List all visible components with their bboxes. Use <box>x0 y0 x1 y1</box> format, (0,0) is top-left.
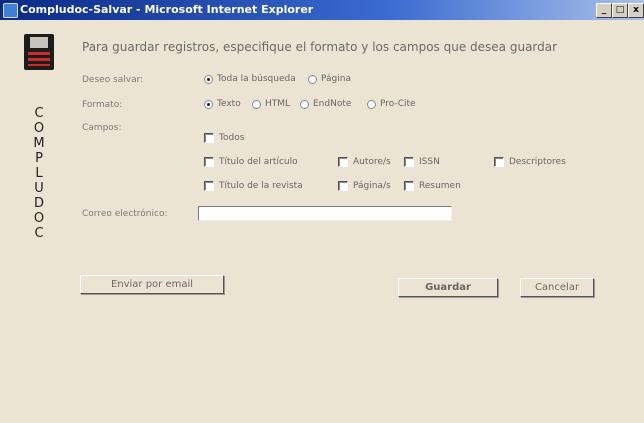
logo-letter: C <box>34 106 44 121</box>
checkbox-titulo-articulo[interactable]: Título del artículo <box>204 157 298 167</box>
campos-label: Campos: <box>82 123 122 133</box>
checkbox-label: Autore/s <box>353 157 391 167</box>
checkbox-box[interactable] <box>404 181 414 191</box>
radio-html[interactable]: HTML <box>252 99 290 109</box>
radio-indicator[interactable] <box>367 99 376 109</box>
email-field[interactable] <box>198 206 452 221</box>
logo-letter: M <box>33 136 45 151</box>
radio-label: Toda la búsqueda <box>217 74 296 84</box>
checkbox-label: Descriptores <box>509 157 566 167</box>
radio-endnote[interactable]: EndNote <box>300 99 351 109</box>
radio-indicator[interactable] <box>204 99 213 109</box>
title-bar: Compludoc-Salvar - Microsoft Internet Ex… <box>0 0 644 20</box>
radio-indicator[interactable] <box>204 74 213 84</box>
checkbox-label: Título de la revista <box>219 181 303 191</box>
minimize-button[interactable]: _ <box>596 3 612 18</box>
checkbox-descriptores[interactable]: Descriptores <box>494 157 566 167</box>
radio-label: EndNote <box>313 99 352 109</box>
logo-letter: U <box>34 181 44 196</box>
checkbox-todos[interactable]: Todos <box>204 133 244 143</box>
logo-letter: P <box>35 151 43 166</box>
cancel-button[interactable]: Cancelar <box>520 278 594 297</box>
checkbox-box[interactable] <box>204 181 214 191</box>
radio-label: Texto <box>217 99 241 109</box>
checkbox-titulo-revista[interactable]: Título de la revista <box>204 181 303 191</box>
floppy-disk-icon <box>24 34 54 70</box>
checkbox-box[interactable] <box>494 157 504 167</box>
save-button[interactable]: Guardar <box>398 278 498 297</box>
checkbox-issn[interactable]: ISSN <box>404 157 440 167</box>
formato-label: Formato: <box>82 100 123 110</box>
maximize-button[interactable]: □ <box>612 3 628 18</box>
radio-indicator[interactable] <box>308 74 317 84</box>
logo-letter: C <box>34 226 44 241</box>
deseo-salvar-label: Deseo salvar: <box>82 75 144 85</box>
checkbox-label: ISSN <box>419 157 440 167</box>
checkbox-box[interactable] <box>338 181 348 191</box>
page-content: C O M P L U D O C Para guardar registros… <box>0 20 644 423</box>
checkbox-autores[interactable]: Autore/s <box>338 157 391 167</box>
send-email-button[interactable]: Enviar por email <box>80 275 224 294</box>
radio-label: HTML <box>265 99 291 109</box>
checkbox-resumen[interactable]: Resumen <box>404 181 461 191</box>
radio-label: Página <box>321 74 351 84</box>
radio-texto[interactable]: Texto <box>204 99 241 109</box>
window-title: Compludoc-Salvar - Microsoft Internet Ex… <box>20 3 314 16</box>
radio-pagina[interactable]: Página <box>308 74 351 84</box>
radio-indicator[interactable] <box>252 99 261 109</box>
checkbox-label: Título del artículo <box>219 157 298 167</box>
logo-letter: L <box>35 166 43 181</box>
compludoc-vertical-logo: C O M P L U D O C <box>32 106 46 241</box>
radio-label: Pro-Cite <box>380 99 416 109</box>
checkbox-paginas[interactable]: Página/s <box>338 181 391 191</box>
close-button[interactable]: x <box>628 3 644 18</box>
checkbox-label: Todos <box>219 133 245 143</box>
ie-icon <box>3 3 18 18</box>
page-heading: Para guardar registros, especifique el f… <box>82 40 558 54</box>
logo-letter: D <box>33 196 44 211</box>
radio-toda-la-busqueda[interactable]: Toda la búsqueda <box>204 74 296 84</box>
checkbox-box[interactable] <box>204 133 214 143</box>
checkbox-label: Resumen <box>419 181 461 191</box>
email-label: Correo electrónico: <box>82 209 168 219</box>
radio-indicator[interactable] <box>300 99 309 109</box>
logo-letter: O <box>33 121 45 136</box>
checkbox-label: Página/s <box>353 181 391 191</box>
checkbox-box[interactable] <box>204 157 214 167</box>
radio-pro-cite[interactable]: Pro-Cite <box>367 99 416 109</box>
logo-letter: O <box>33 211 45 226</box>
checkbox-box[interactable] <box>338 157 348 167</box>
checkbox-box[interactable] <box>404 157 414 167</box>
